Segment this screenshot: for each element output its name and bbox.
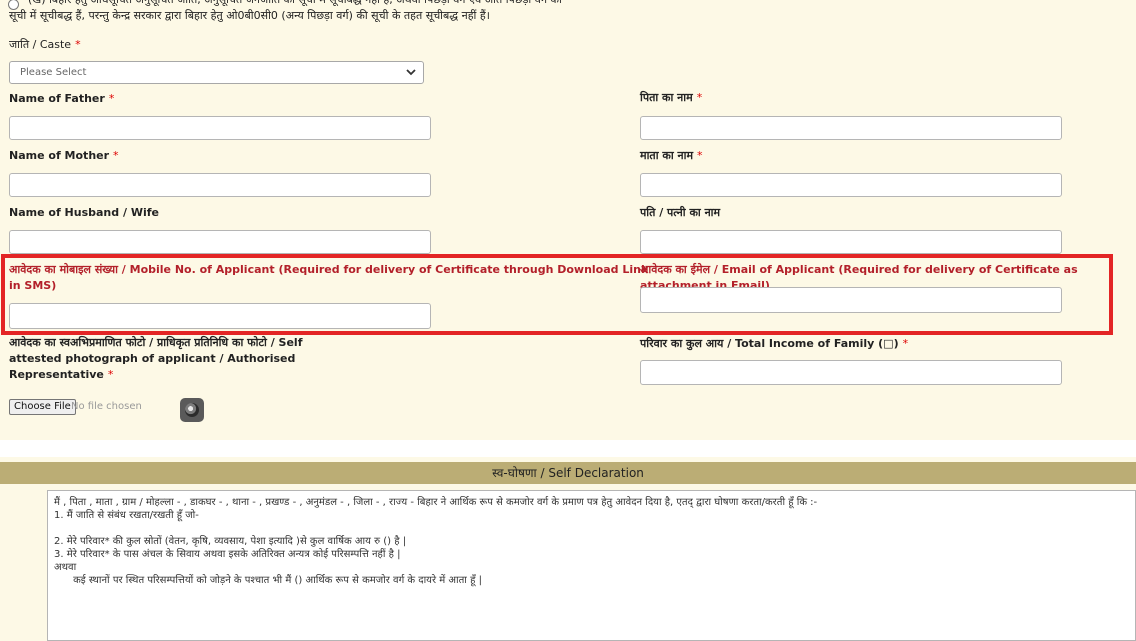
camera-lens <box>185 403 199 417</box>
no-file-text: No file chosen <box>71 401 142 412</box>
father-label-en: Name of Father * <box>9 92 115 105</box>
mother-name-en-input[interactable] <box>9 173 431 197</box>
declaration-line: 3. मेरे परिवार* के पास अंचल के सिवाय अथव… <box>54 549 401 560</box>
declaration-line: मैं , पिता , माता , ग्राम / मोहल्ला - , … <box>54 497 818 508</box>
mother-label-en: Name of Mother * <box>9 149 119 162</box>
declaration-line: अथवा <box>54 562 77 573</box>
top-note: (ख) बिहार हेतु अधिसूचित अनुसूचित जाति, अ… <box>0 0 1136 24</box>
top-note-line1: (ख) बिहार हेतु अधिसूचित अनुसूचित जाति, अ… <box>0 0 1136 8</box>
photo-label: आवेदक का स्वअभिप्रमाणित फोटो / प्राधिकृत… <box>9 336 303 381</box>
declaration-line: 1. मैं जाति से संबंध रखता/रखती हूँ जो- <box>54 510 199 521</box>
mother-name-hi-input[interactable] <box>640 173 1062 197</box>
spouse-name-en-input[interactable] <box>9 230 431 254</box>
father-label-hi: पिता का नाम * <box>640 91 703 104</box>
declaration-line: कई स्थानों पर स्थित परिसम्पत्तियों को जो… <box>54 575 482 586</box>
chevron-down-icon <box>406 69 416 76</box>
father-name-en-input[interactable] <box>9 116 431 140</box>
father-name-hi-input[interactable] <box>640 116 1062 140</box>
spouse-label-en: Name of Husband / Wife <box>9 206 159 219</box>
spouse-name-hi-input[interactable] <box>640 230 1062 254</box>
spouse-label-hi: पति / पत्नी का नाम <box>640 206 721 219</box>
declaration-header: स्व-घोषणा / Self Declaration <box>0 462 1136 484</box>
top-note-line2: सूची में सूचीबद्ध हैं, परन्तु केन्द्र सर… <box>9 9 490 22</box>
section-separator <box>0 440 1136 457</box>
camera-icon[interactable] <box>180 398 204 422</box>
choose-file-button[interactable]: Choose File <box>9 399 76 415</box>
mother-label-hi: माता का नाम * <box>640 149 703 162</box>
caste-select-placeholder: Please Select <box>20 67 87 78</box>
highlight-box <box>1 254 1113 335</box>
declaration-line: 2. मेरे परिवार* की कुल स्रोतों (वेतन, कृ… <box>54 536 407 547</box>
income-input[interactable] <box>640 360 1062 385</box>
caste-select[interactable]: Please Select <box>9 61 424 84</box>
income-label: परिवार का कुल आय / Total Income of Famil… <box>640 337 909 350</box>
declaration-textarea[interactable]: मैं , पिता , माता , ग्राम / मोहल्ला - , … <box>47 490 1136 641</box>
caste-label: जाति / Caste * <box>9 38 81 51</box>
declaration-line <box>54 522 1129 535</box>
